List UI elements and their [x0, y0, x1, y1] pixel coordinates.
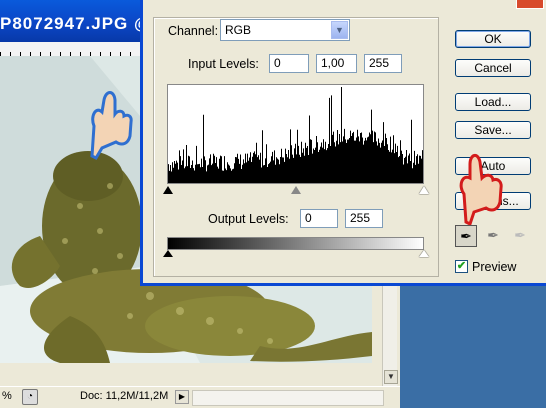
output-white-field[interactable]: 255: [345, 209, 383, 228]
load-button[interactable]: Load...: [455, 93, 531, 111]
status-bar: % ◔ Doc: 11,2M/11,2M ▶: [0, 386, 400, 408]
output-black-field[interactable]: 0: [300, 209, 338, 228]
channel-value: RGB: [225, 23, 252, 37]
ok-button[interactable]: OK: [455, 30, 531, 48]
eyedropper-gray-icon[interactable]: ✒: [482, 225, 504, 247]
channel-label: Channel:: [168, 24, 219, 38]
preview-label[interactable]: Preview: [472, 260, 516, 274]
input-black-field[interactable]: 0: [269, 54, 309, 73]
eyedropper-white-icon[interactable]: ✒: [509, 225, 531, 247]
histogram-plot: [168, 87, 423, 183]
eyedropper-black-icon[interactable]: ✒: [455, 225, 477, 247]
histogram: [167, 84, 424, 184]
channel-select[interactable]: RGB ▼: [220, 19, 350, 41]
input-white-slider[interactable]: [419, 186, 429, 194]
preview-checkbox[interactable]: ✔: [455, 260, 468, 273]
input-levels-label: Input Levels:: [188, 57, 259, 71]
output-gradient-bar: [167, 237, 424, 250]
input-black-slider[interactable]: [163, 186, 173, 194]
status-info-icon[interactable]: ◔: [22, 389, 38, 405]
input-white-field[interactable]: 255: [364, 54, 402, 73]
scroll-down-arrow[interactable]: ▼: [384, 370, 398, 384]
output-black-slider[interactable]: [163, 250, 173, 257]
zoom-level[interactable]: %: [2, 390, 12, 402]
horizontal-scrollbar[interactable]: [192, 390, 384, 406]
input-gamma-field[interactable]: 1,00: [316, 54, 357, 73]
save-button[interactable]: Save...: [455, 121, 531, 139]
output-white-slider[interactable]: [419, 250, 429, 257]
document-size: Doc: 11,2M/11,2M: [80, 390, 169, 402]
hand-cursor-icon: [459, 154, 503, 226]
input-gamma-slider[interactable]: [291, 186, 301, 194]
cancel-button[interactable]: Cancel: [455, 59, 531, 77]
output-levels-label: Output Levels:: [208, 212, 289, 226]
dialog-close-button[interactable]: [516, 0, 544, 9]
chevron-down-icon[interactable]: ▼: [331, 21, 348, 39]
status-menu-arrow[interactable]: ▶: [175, 390, 189, 404]
